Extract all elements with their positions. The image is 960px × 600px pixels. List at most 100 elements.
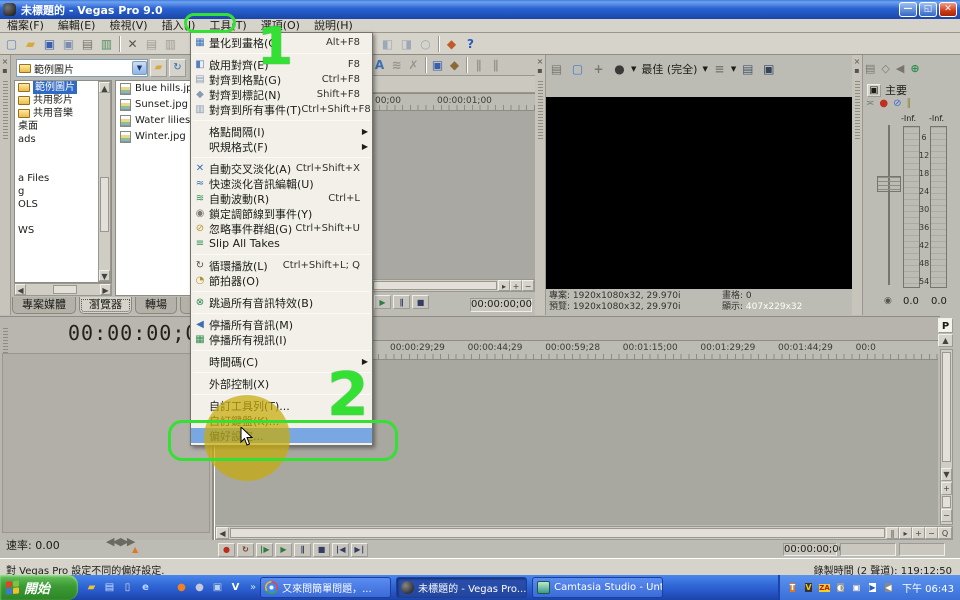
- quick-launch-icon[interactable]: ▣: [210, 580, 225, 595]
- quick-launch-icon[interactable]: ▰: [84, 580, 99, 595]
- tree-item[interactable]: g: [15, 185, 99, 198]
- trimmer-toolbar-button[interactable]: A: [371, 56, 388, 74]
- window-control-button[interactable]: ◱: [919, 2, 937, 17]
- downmix-icon[interactable]: ◇: [881, 62, 889, 75]
- rate-marker-icon[interactable]: ▲: [132, 545, 138, 554]
- tree-item[interactable]: [15, 146, 99, 159]
- tree-horizontal-scrollbar[interactable]: ◀ ▶: [14, 283, 112, 296]
- folder-tree[interactable]: 範例圖片共用影片共用音樂桌面adsa FilesgOLSWS ▲ ▼: [14, 80, 112, 283]
- quick-launch-icon[interactable]: ▤: [102, 580, 117, 595]
- combo-dropdown-button[interactable]: ▼: [132, 61, 147, 75]
- tree-item[interactable]: 共用音樂: [15, 107, 99, 120]
- timeline-zoom-out-icon[interactable]: −: [925, 527, 938, 539]
- transport-button[interactable]: ∣◀: [332, 543, 349, 557]
- tray-icon[interactable]: ZA: [818, 581, 831, 594]
- rate-scrub-control[interactable]: ◀◀ ▶▶: [106, 535, 133, 548]
- toolbar-button[interactable]: ✕: [123, 35, 142, 53]
- toolbar-button[interactable]: ▣: [59, 35, 78, 53]
- trimmer-workspace[interactable]: [371, 111, 535, 279]
- fader-mode-icon[interactable]: ∥: [907, 98, 912, 109]
- drag-grip[interactable]: [538, 81, 543, 141]
- menu-item[interactable]: ▥ 對齊到所有事件(T) Ctrl+Shift+F8 ▶: [191, 102, 372, 117]
- menu-bar-item[interactable]: 檢視(V): [102, 19, 154, 33]
- toolbar-button[interactable]: ○: [416, 35, 435, 53]
- toolbar-button[interactable]: ?: [461, 35, 480, 53]
- preview-quality-icon[interactable]: ●: [610, 60, 629, 78]
- taskbar-task-button[interactable]: Camtasia Studio - Unti...: [532, 577, 663, 598]
- window-control-button[interactable]: ✕: [939, 2, 957, 17]
- menu-item[interactable]: ✕ 自動交叉淡化(A) Ctrl+Shift+X ▶: [191, 161, 372, 176]
- selection-end-display[interactable]: [840, 543, 896, 556]
- quick-launch-overflow-icon[interactable]: »: [250, 582, 256, 593]
- tree-item[interactable]: WS: [15, 224, 99, 237]
- scroll-right-icon[interactable]: ▶: [100, 284, 111, 295]
- menu-item[interactable]: ◀ 停播所有音訊(M) ▶: [191, 317, 372, 332]
- copy-frame-icon[interactable]: ▤: [738, 60, 757, 78]
- trimmer-toolbar-button[interactable]: ✗: [405, 56, 422, 74]
- tree-item[interactable]: [15, 159, 99, 172]
- menu-item[interactable]: ⊗ 跳過所有音訊特效(B) ▶: [191, 295, 372, 310]
- volume-fader-handle[interactable]: [877, 176, 901, 192]
- timeline-vertical-scrollbar[interactable]: ▼ + −: [940, 349, 953, 525]
- scrollbar-thumb[interactable]: [100, 177, 109, 232]
- pin-icon[interactable]: ▪: [2, 66, 7, 75]
- drag-grip[interactable]: [3, 81, 8, 141]
- scroll-up-icon[interactable]: ▲: [99, 82, 110, 93]
- quick-launch-icon[interactable]: ▯: [120, 580, 135, 595]
- toolbar-button[interactable]: ◨: [397, 35, 416, 53]
- taskbar-task-button[interactable]: 未標題的 - Vegas Pro...: [396, 577, 527, 598]
- toolbar-button[interactable]: ▥: [161, 35, 180, 53]
- quick-launch-icon[interactable]: ●: [174, 580, 189, 595]
- close-icon[interactable]: ×: [2, 57, 9, 66]
- tree-item[interactable]: ads: [15, 133, 99, 146]
- trimmer-transport-button[interactable]: ■: [412, 295, 429, 309]
- scrollbar-thumb[interactable]: [53, 285, 77, 294]
- tray-icon[interactable]: V: [802, 581, 815, 594]
- chevron-down-icon[interactable]: ▼: [631, 65, 636, 73]
- trimmer-toolbar-button[interactable]: ≋: [388, 56, 405, 74]
- video-preview-screen[interactable]: [546, 97, 852, 289]
- selection-length-display[interactable]: [899, 543, 945, 556]
- overlay-icon[interactable]: +: [589, 60, 608, 78]
- routing-icon[interactable]: ≍: [866, 98, 874, 109]
- save-frame-icon[interactable]: ▣: [759, 60, 778, 78]
- project-properties-icon[interactable]: ▤: [547, 60, 566, 78]
- scroll-right-icon[interactable]: ▸: [498, 280, 510, 291]
- zoom-out-icon[interactable]: −: [522, 280, 534, 291]
- splitter-grip[interactable]: [942, 496, 951, 508]
- zoom-edit-tool-icon[interactable]: Q: [938, 527, 952, 539]
- insert-bus-icon[interactable]: ⊕: [910, 62, 919, 75]
- lock-icon[interactable]: ◉: [884, 296, 892, 306]
- taskbar-task-button[interactable]: 又來問簡單問題，...: [260, 577, 391, 598]
- split-view-icon[interactable]: ≡: [710, 60, 729, 78]
- trimmer-toolbar-button[interactable]: ◆: [446, 56, 463, 74]
- window-control-button[interactable]: —: [899, 2, 917, 17]
- timeline-zoom-in-icon[interactable]: +: [912, 527, 925, 539]
- trimmer-toolbar-button[interactable]: ▣: [429, 56, 446, 74]
- mute-icon[interactable]: ⊘: [893, 98, 901, 109]
- toolbar-button[interactable]: ▤: [78, 35, 97, 53]
- menu-item[interactable]: ◉ 鎖定調節線到事件(Y) ▶: [191, 206, 372, 221]
- preview-quality-label[interactable]: 最佳 (完全): [638, 61, 700, 77]
- zoom-in-icon[interactable]: +: [510, 280, 522, 291]
- scroll-left-icon[interactable]: ◀: [15, 284, 26, 295]
- timeline-horizontal-scrollbar[interactable]: ◀ ∥ ▸ + − Q: [215, 526, 953, 540]
- toolbar-button[interactable]: ▥: [97, 35, 116, 53]
- trimmer-toolbar-button[interactable]: ∥: [487, 56, 504, 74]
- transport-button[interactable]: ∥: [294, 543, 311, 557]
- tree-vertical-scrollbar[interactable]: ▲ ▼: [98, 81, 111, 282]
- start-button[interactable]: 開始: [0, 575, 78, 600]
- close-icon[interactable]: ×: [537, 57, 544, 66]
- menu-item[interactable]: ▦ 停播所有視訊(I) ▶: [191, 332, 372, 347]
- transport-button[interactable]: ∣▶: [256, 543, 273, 557]
- menu-bar-item[interactable]: 編輯(E): [51, 19, 103, 33]
- scroll-right-icon[interactable]: ▸: [899, 527, 912, 539]
- marker-tool-button[interactable]: P: [938, 318, 953, 333]
- transport-button[interactable]: ▶: [275, 543, 292, 557]
- toolbar-button[interactable]: ▣: [40, 35, 59, 53]
- dock-tab[interactable]: 轉場: [135, 297, 177, 314]
- drag-grip[interactable]: [3, 328, 8, 356]
- address-combobox[interactable]: 範例圖片 ▼: [16, 59, 148, 77]
- toolbar-button[interactable]: ▢: [2, 35, 21, 53]
- scroll-left-icon[interactable]: ◀: [216, 527, 229, 539]
